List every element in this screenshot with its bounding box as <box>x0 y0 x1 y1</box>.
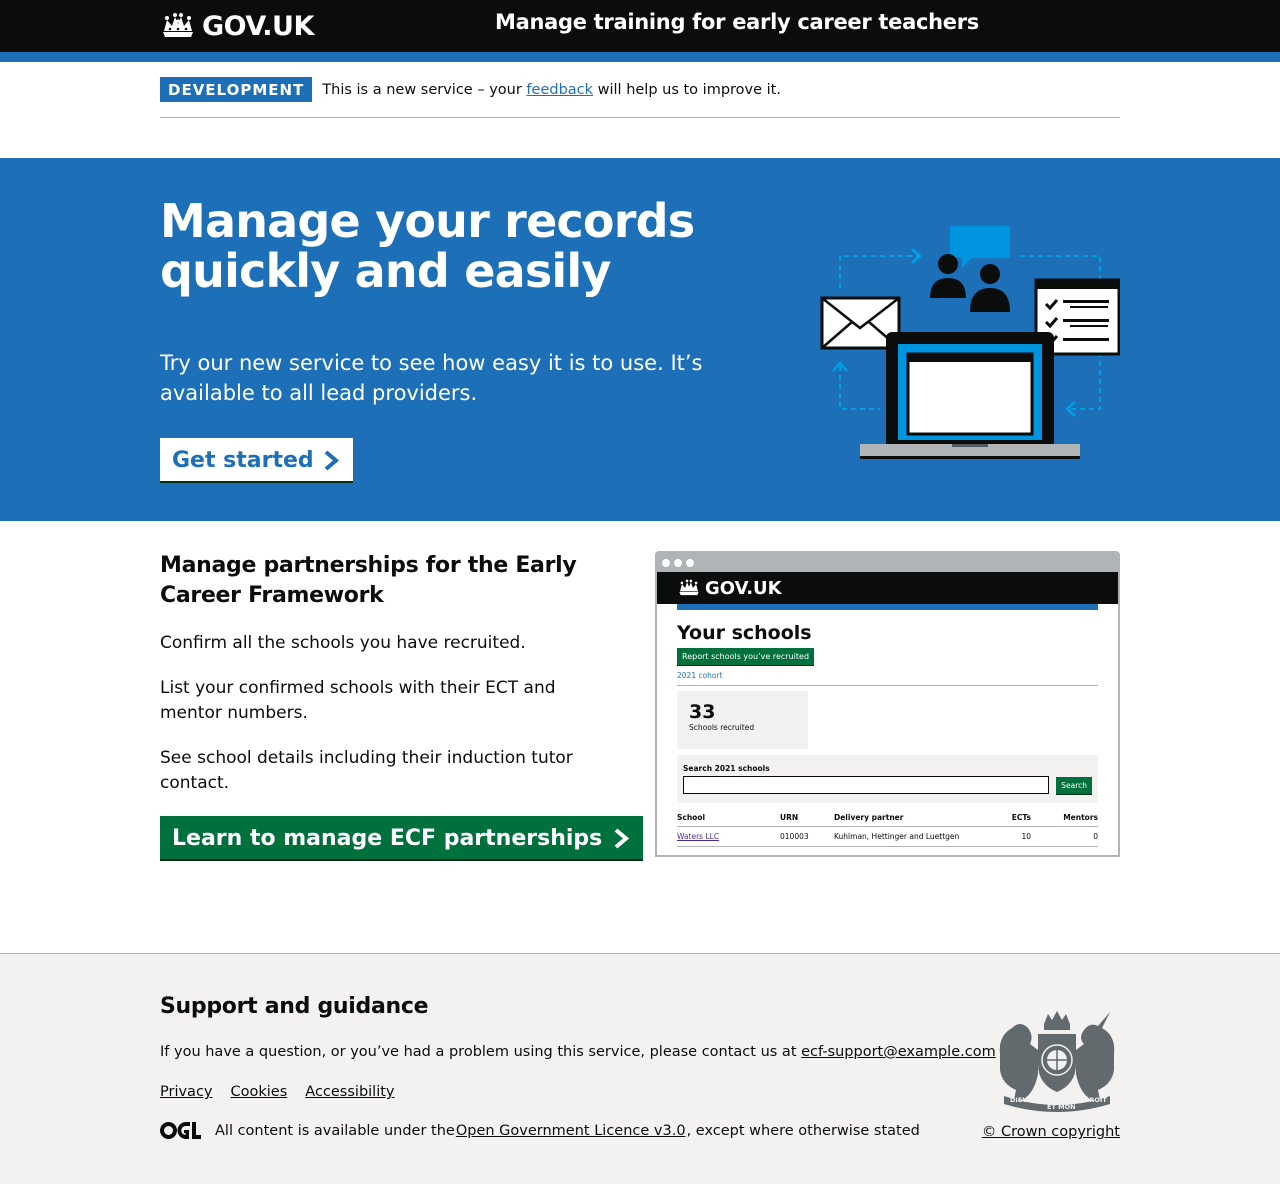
table-header-row: School URN Delivery partner ECTs Mentors <box>677 809 1098 827</box>
table-header: ECTs <box>994 809 1031 827</box>
preview-search-input <box>683 776 1050 794</box>
ogl-logo-icon <box>160 1122 201 1139</box>
partnerships-title: Manage partnerships for the Early Career… <box>160 553 577 608</box>
browser-dot <box>662 558 670 567</box>
preview-cohort-link: 2021 cohort <box>677 671 1098 686</box>
preview-stat-card: 33 Schools recruited <box>677 691 808 749</box>
footer-licence: All content is available under the Open … <box>160 1122 920 1139</box>
table-cell: Kuhlman, Hettinger and Luettgen <box>834 826 994 847</box>
partnerships-paragraph-3: See school details including their induc… <box>160 748 573 793</box>
table-cell: 010003 <box>780 826 834 847</box>
contact-text: If you have a question, or you’ve had a … <box>160 1044 802 1060</box>
partnerships-section: Manage partnerships for the Early Career… <box>0 521 1280 953</box>
hero-section: Manage your records quickly and easily T… <box>0 158 1280 521</box>
hero-illustration <box>820 226 1120 459</box>
browser-dot <box>686 558 694 567</box>
preview-header: GOV.UK <box>657 572 1118 604</box>
preview-header-bar <box>677 604 1098 610</box>
chevron-right-icon <box>614 827 630 849</box>
partnerships-paragraph-1: Confirm all the schools you have recruit… <box>160 633 526 653</box>
get-started-button[interactable]: Get started <box>160 438 353 481</box>
phase-banner: DEVELOPMENT This is a new service – your… <box>160 62 1120 118</box>
school-link: Waters LLC <box>677 832 720 841</box>
preview-title: Your schools <box>677 622 812 644</box>
crown-icon <box>163 13 193 37</box>
preview-stat-label: Schools recruited <box>689 723 755 732</box>
learn-ecf-partnerships-button[interactable]: Learn to manage ECF partnerships <box>160 816 644 859</box>
royal-coat-of-arms-icon: DIEU ET MON DROIT <box>999 1011 1115 1112</box>
chevron-right-icon <box>324 449 339 471</box>
licence-link[interactable]: Open Government Licence v3.0 <box>456 1123 686 1139</box>
table-header: Delivery partner <box>834 809 994 827</box>
partnerships-paragraph-2: List your confirmed schools with their E… <box>160 678 556 723</box>
preview-report-button: Report schools you’ve recruited <box>677 648 815 665</box>
cookies-link[interactable]: Cookies <box>231 1084 288 1100</box>
phase-text: This is a new service – your feedback wi… <box>322 82 781 98</box>
licence-before: All content is available under the <box>215 1122 455 1139</box>
preview-logo-text: GOV.UK <box>705 577 782 599</box>
table-cell: 0 <box>1031 826 1098 847</box>
crest-motto-bottom: ET MON <box>1047 1103 1076 1111</box>
hero-description: Try our new service to see how easy it i… <box>160 351 703 405</box>
govuk-logo-link[interactable]: GOV.UK <box>160 11 314 42</box>
feedback-link[interactable]: feedback <box>526 82 593 98</box>
table-row: Waters LLC 010003 Kuhlman, Hettinger and… <box>677 826 1098 847</box>
phase-tag: DEVELOPMENT <box>160 77 313 102</box>
table-cell: 10 <box>994 826 1031 847</box>
browser-dot <box>674 558 682 567</box>
table-cell: Waters LLC <box>677 826 780 847</box>
hero-title: Manage your records quickly and easily <box>160 194 695 298</box>
preview-browser-bar <box>657 553 1118 572</box>
licence-after: , except where otherwise stated <box>686 1122 920 1139</box>
crown-copyright-link[interactable]: © Crown copyright <box>982 1124 1120 1140</box>
preview-search-label: Search 2021 schools <box>683 764 770 773</box>
service-preview-screenshot: GOV.UK Your schools Report schools you’v… <box>655 551 1120 857</box>
table-header: URN <box>780 809 834 827</box>
support-email-link[interactable]: ecf-support@example.com <box>801 1044 996 1060</box>
table-header: Mentors <box>1031 809 1098 827</box>
crest-motto-left: DIEU <box>1010 1096 1028 1104</box>
footer-links: Privacy Cookies Accessibility <box>160 1084 395 1100</box>
preview-search-button: Search <box>1056 776 1092 794</box>
preview-stat-number: 33 <box>689 701 716 723</box>
site-header: GOV.UK Manage training for early career … <box>0 0 1280 62</box>
site-footer: Support and guidance If you have a quest… <box>0 953 1280 1184</box>
learn-ecf-label: Learn to manage ECF partnerships <box>172 825 603 851</box>
preview-search-panel: Search 2021 schools Search <box>677 755 1098 803</box>
privacy-link[interactable]: Privacy <box>160 1084 213 1100</box>
table-header: School <box>677 809 780 827</box>
preview-schools-table: School URN Delivery partner ECTs Mentors… <box>677 809 1098 847</box>
phase-text-before: This is a new service – your <box>322 81 527 98</box>
crest-motto-right: DROIT <box>1084 1096 1107 1104</box>
accessibility-link[interactable]: Accessibility <box>305 1084 394 1100</box>
logo-text: GOV.UK <box>202 10 314 42</box>
footer-contact: If you have a question, or you’ve had a … <box>160 1044 996 1060</box>
get-started-label: Get started <box>172 447 314 473</box>
service-name-link[interactable]: Manage training for early career teacher… <box>495 10 979 34</box>
footer-title: Support and guidance <box>160 994 429 1019</box>
crown-icon <box>679 579 699 596</box>
phase-text-after: will help us to improve it. <box>593 81 781 98</box>
